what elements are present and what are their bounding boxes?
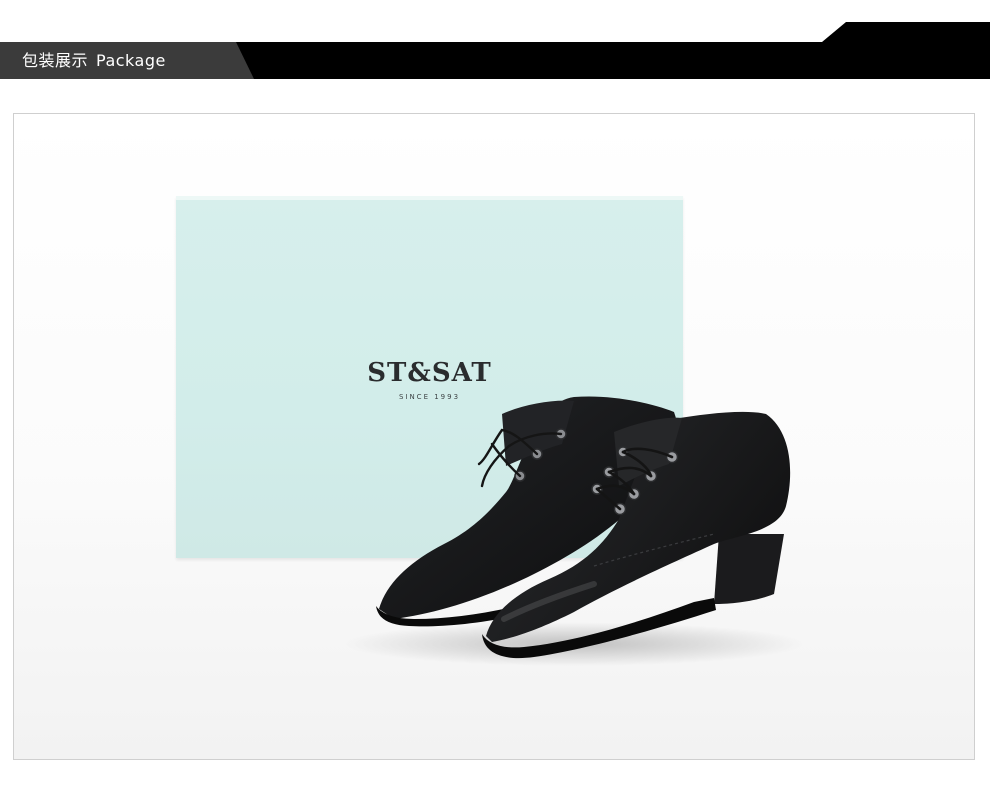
shoes-illustration: [344, 396, 804, 666]
section-title: 包装展示 Package: [22, 48, 166, 74]
section-title-cn: 包装展示: [22, 51, 89, 70]
section-header-banner: 包装展示 Package: [0, 0, 990, 80]
product-photo-frame: ST&SAT SINCE 1993: [13, 113, 975, 760]
section-title-en: Package: [96, 51, 166, 70]
